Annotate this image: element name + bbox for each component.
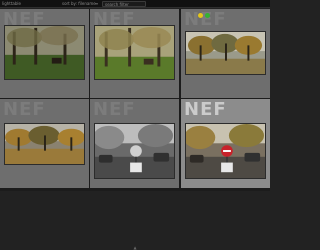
top-toolbar: lighttable sort by: filename ≡ search fi… (0, 0, 270, 8)
search-input[interactable]: search filter (102, 1, 146, 7)
file-extension-label: NEF (184, 99, 227, 120)
thumbnail-cell[interactable]: NEF (0, 9, 89, 98)
thumbnail-image[interactable] (185, 123, 266, 179)
view-title: lighttable (2, 1, 21, 6)
thumbnail-image[interactable] (4, 25, 85, 80)
file-extension-label: NEF (184, 9, 227, 30)
filter-icon[interactable]: ≡ (95, 0, 98, 8)
thumbnail-cell[interactable]: NEF (181, 9, 270, 98)
thumbnail-image[interactable] (185, 31, 266, 75)
sort-dropdown[interactable]: sort by: filename (62, 0, 96, 8)
color-label-yellow-icon[interactable] (198, 13, 203, 18)
thumbnail-cell[interactable]: NEF (90, 9, 179, 98)
thumbnail-grid: NEF NEF NEF NEF NEF NEF (0, 9, 270, 191)
thumbnail-cell[interactable]: NEF (90, 99, 179, 188)
file-extension-label: NEF (3, 99, 46, 120)
thumbnail-cell-selected[interactable]: NEF (181, 99, 270, 188)
thumbnail-cell[interactable]: NEF (0, 99, 89, 188)
file-extension-label: NEF (93, 99, 136, 120)
drag-handle-icon[interactable]: ▲ (133, 246, 137, 250)
color-label-green-icon[interactable] (205, 13, 210, 18)
bottom-panel: ▲ (0, 191, 270, 250)
thumbnail-image[interactable] (4, 123, 85, 165)
thumbnail-image[interactable] (94, 123, 175, 179)
thumbnail-image[interactable] (94, 25, 175, 80)
